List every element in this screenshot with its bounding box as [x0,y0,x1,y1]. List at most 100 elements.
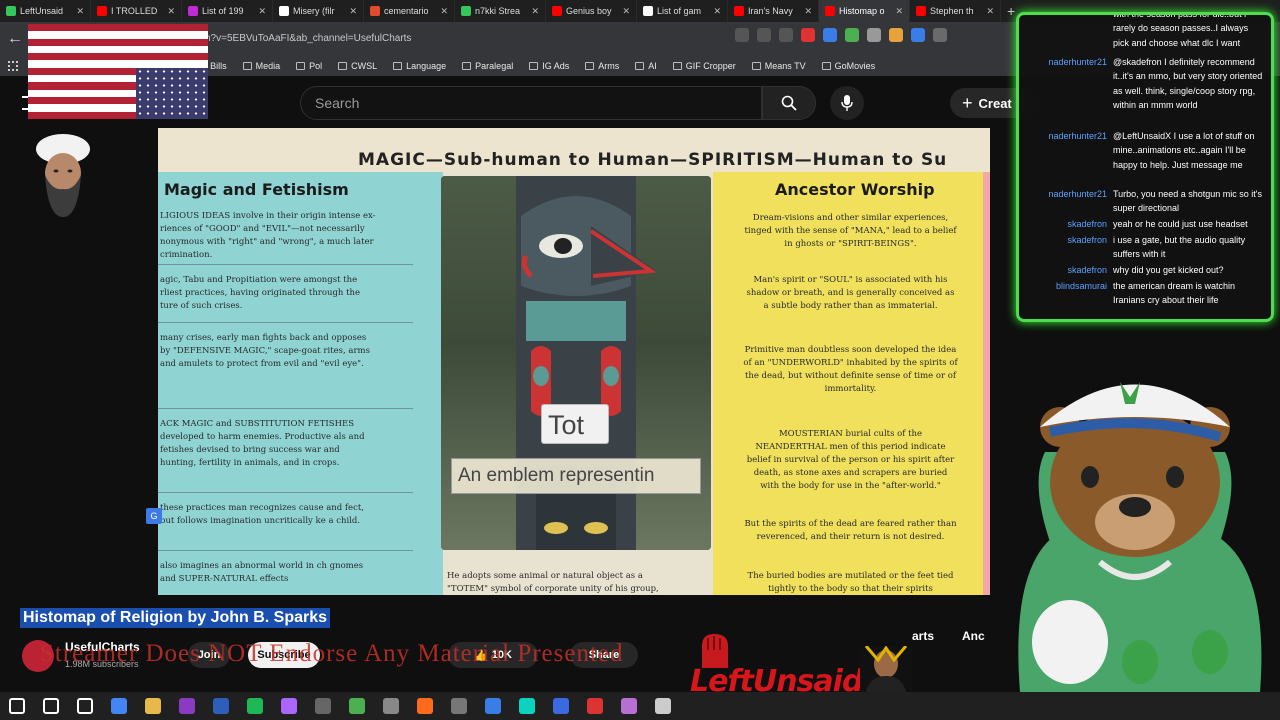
bookmark-folder-icon [242,62,252,70]
extension-icon[interactable] [867,28,881,42]
taskbar-button[interactable] [646,692,680,720]
taskbar-button[interactable] [544,692,578,720]
search-button[interactable] [762,86,816,120]
taskbar-button[interactable] [578,692,612,720]
flag-stripe [28,53,208,61]
tab-label: n7kki Strea [475,6,521,16]
chat-username[interactable]: naderhunter21 [1019,129,1107,143]
bookmark-item[interactable]: GIF Cropper [665,61,744,71]
taskbar-button[interactable] [238,692,272,720]
logo-portrait-icon [860,646,912,692]
translate-icon[interactable]: G [146,508,162,524]
bookmark-item[interactable]: AI [627,61,665,71]
bookmark-item[interactable]: CWSL [330,61,385,71]
browser-tab[interactable]: n7kki Strea ✕ [455,0,546,22]
taskbar-button[interactable] [272,692,306,720]
cast-icon[interactable] [735,28,749,42]
star-icon[interactable] [779,28,793,42]
browser-tab[interactable]: LeftUnsaid ✕ [0,0,91,22]
right-column-paragraph: But the spirits of the dead are feared r… [744,519,957,542]
taskbar-button[interactable] [136,692,170,720]
chat-username[interactable]: skadefron [1019,263,1107,277]
browser-tab[interactable]: List of 199 ✕ [182,0,273,22]
task-view-icon [77,698,93,714]
apps-icon[interactable] [8,61,18,71]
totem-image: Tot An emblem representin [441,176,711,550]
taskbar-button[interactable] [612,692,646,720]
new-tab-button[interactable]: + [1001,3,1015,19]
chip-arts[interactable]: arts [912,629,934,643]
close-tab-icon[interactable]: ✕ [713,6,721,17]
search-input[interactable]: Search [300,86,762,120]
bookmark-item[interactable]: Arms [577,61,627,71]
extension-icon[interactable] [933,28,947,42]
taskbar-button[interactable] [0,692,34,720]
bookmark-item[interactable]: Pol [288,61,330,71]
close-tab-icon[interactable]: ✕ [895,6,903,17]
chat-username[interactable]: naderhunter21 [1019,55,1107,69]
word-icon [213,698,229,714]
bookmark-folder-icon [635,62,645,70]
close-tab-icon[interactable]: ✕ [804,6,812,17]
chat-username[interactable]: skadefron [1019,233,1107,247]
caption-line: An emblem representin [451,458,701,494]
chat-username[interactable]: blindsamurai [1019,279,1107,293]
chat-username[interactable]: naderhunter21 [1019,187,1107,201]
bookmark-item[interactable]: IG Ads [521,61,577,71]
url-field[interactable]: ch?v=5EBVuToAaFI&ab_channel=UsefulCharts [200,28,730,50]
plus-icon: + [962,92,973,113]
taskbar-button[interactable] [340,692,374,720]
chat-username[interactable]: skadefron [1019,217,1107,231]
extension-icon[interactable] [911,28,925,42]
extension-icon[interactable] [823,28,837,42]
taskbar-button[interactable] [442,692,476,720]
close-tab-icon[interactable]: ✕ [167,6,175,17]
bookmark-item[interactable]: Media [235,61,289,71]
extension-icon[interactable] [801,28,815,42]
right-column-paragraph: Man's spirit or "SOUL" is associated wit… [746,275,955,311]
taskbar-button[interactable] [102,692,136,720]
close-tab-icon[interactable]: ✕ [622,6,630,17]
taskbar-button[interactable] [374,692,408,720]
us-flag-overlay [28,24,208,119]
chip-ancient[interactable]: Anc [962,629,985,643]
close-tab-icon[interactable]: ✕ [349,6,357,17]
zoom-icon[interactable] [757,28,771,42]
taskbar-button[interactable] [476,692,510,720]
extension-icon[interactable] [845,28,859,42]
browser-tab[interactable]: cementario ✕ [364,0,455,22]
app-icon [315,698,331,714]
edge-column [983,172,990,595]
browser-tab[interactable]: Genius boy ✕ [546,0,637,22]
browser-tab[interactable]: Stephen th ✕ [910,0,1001,22]
microphone-icon [841,95,853,111]
close-tab-icon[interactable]: ✕ [440,6,448,17]
back-button[interactable]: ← [0,30,30,48]
close-tab-icon[interactable]: ✕ [986,6,994,17]
bookmark-item[interactable]: Language [385,61,454,71]
bookmark-item[interactable]: Means TV [744,61,814,71]
stream-chat-panel: with the season pass for dlc..but i rare… [1016,12,1274,322]
taskbar-button[interactable] [306,692,340,720]
close-tab-icon[interactable]: ✕ [531,6,539,17]
close-tab-icon[interactable]: ✕ [76,6,84,17]
chrome-icon [111,698,127,714]
taskbar-button[interactable] [170,692,204,720]
taskbar-button[interactable] [408,692,442,720]
taskbar-button[interactable] [68,692,102,720]
video-player[interactable]: MAGIC—Sub-human to Human—SPIRITISM—Human… [158,128,990,595]
taskbar-button[interactable] [510,692,544,720]
right-column-heading: Ancestor Worship [775,180,935,199]
voice-search-button[interactable] [830,86,864,120]
bookmark-item[interactable]: GoMovies [814,61,884,71]
taskbar-button[interactable] [204,692,238,720]
browser-tab[interactable]: Iran's Navy ✕ [728,0,819,22]
browser-tab[interactable]: Histomap o ✕ [819,0,910,22]
taskbar-button[interactable] [34,692,68,720]
extension-icon[interactable] [889,28,903,42]
browser-tab[interactable]: I TROLLED ✕ [91,0,182,22]
browser-tab[interactable]: Misery (filr ✕ [273,0,364,22]
bookmark-item[interactable]: Paralegal [454,61,521,71]
browser-tab[interactable]: List of gam ✕ [637,0,728,22]
close-tab-icon[interactable]: ✕ [258,6,266,17]
